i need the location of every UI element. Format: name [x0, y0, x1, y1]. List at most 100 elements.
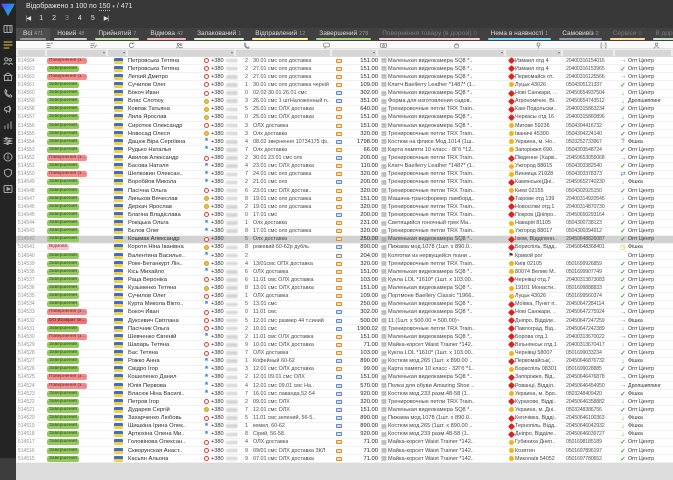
- page-size-selector[interactable]: 150: [98, 3, 111, 11]
- first-page-button[interactable]: |◀: [26, 15, 31, 22]
- tracking-number[interactable]: 20450647247259: [566, 317, 618, 324]
- sidebar-item-statistics[interactable]: [3, 120, 14, 131]
- tracking-number[interactable]: 20450646876732: [566, 358, 618, 365]
- tracking-number[interactable]: 20450646358882: [566, 398, 618, 405]
- order-row[interactable]: 514534 Завершений Курта Микола Вікто.. *…: [16, 300, 673, 309]
- tracking-number[interactable]: 0504304224140: [566, 130, 618, 137]
- sidebar-item-calls[interactable]: [3, 88, 14, 99]
- tracking-number[interactable]: [566, 252, 618, 259]
- tab-0[interactable]: Всі 471: [16, 28, 51, 41]
- tab-6[interactable]: Завершений 278: [312, 28, 375, 41]
- tracking-number[interactable]: 20450646454950: [566, 382, 618, 389]
- tab-5[interactable]: Відправлений 12: [248, 28, 312, 41]
- order-row[interactable]: 514518 Завершений Артюхіна Олена Ми.. * …: [16, 430, 673, 439]
- order-row[interactable]: 514539 Завершений Роке-Бетанкурт Лін.. +…: [16, 260, 673, 269]
- tracking-number[interactable]: 0503248386756: [566, 406, 618, 413]
- sidebar-item-marketing[interactable]: [3, 104, 14, 115]
- sidebar-item-board[interactable]: [3, 24, 14, 35]
- order-row[interactable]: 514559 Завершений Влас Слотюу +380 3 26.…: [16, 97, 673, 106]
- order-row[interactable]: 514544 Завершений Рокіцька Ольга * +380 …: [16, 219, 673, 228]
- tracking-number[interactable]: 20450646476878: [566, 374, 618, 381]
- column-filter-input[interactable]: [615, 50, 671, 56]
- order-row[interactable]: 514549 Завершений Воробйов Микола * +380…: [16, 178, 673, 187]
- manager-icon[interactable]: [651, 41, 661, 49]
- tracking-number[interactable]: 20400314870730: [566, 203, 618, 210]
- tracking-number[interactable]: 20400313873083: [566, 276, 618, 283]
- order-row[interactable]: 514522 Завершений Петров Ігор +380 2 09.…: [16, 398, 673, 407]
- column-filter-input[interactable]: ▾: [378, 50, 504, 56]
- sidebar-item-company[interactable]: [3, 71, 14, 83]
- order-row[interactable]: 514533 Повернення (з... Бокоч Иван +380 …: [16, 308, 673, 317]
- column-filter-input[interactable]: ▾: [47, 50, 106, 56]
- order-row[interactable]: 514516 Завершений Скворунская Анаст.. +3…: [16, 447, 673, 456]
- tracking-number[interactable]: 20450648826087: [566, 236, 618, 243]
- sidebar-item-orders-list[interactable]: [3, 40, 14, 51]
- order-row[interactable]: 514545 Завершений Благіна Владіслава +38…: [16, 211, 673, 220]
- tracking-number[interactable]: 0504300738123: [566, 220, 618, 227]
- chat-icon[interactable]: [321, 41, 331, 49]
- tracking-number[interactable]: 20450646100363: [566, 415, 618, 422]
- column-filter-input[interactable]: ▾: [108, 50, 126, 56]
- tab-3[interactable]: Відмова 42: [143, 28, 190, 41]
- column-filter-input[interactable]: ▾: [506, 50, 561, 56]
- tab-4[interactable]: Запакований 1: [190, 28, 248, 41]
- tracking-number[interactable]: 20450647275924: [566, 309, 618, 316]
- tracking-number[interactable]: 20450650293164: [566, 211, 618, 218]
- column-filter-input[interactable]: [18, 50, 45, 56]
- tracking-number[interactable]: 0501698185189: [566, 439, 618, 446]
- sidebar-item-settings[interactable]: [3, 136, 14, 147]
- tracking-number[interactable]: 0503252733967: [566, 138, 618, 145]
- tracking-number[interactable]: 20400314920545: [566, 195, 618, 202]
- order-row[interactable]: 514520 Завершений Захарченко Любовь +380…: [16, 414, 673, 423]
- order-row[interactable]: 514531 Завершений Пасічник Ольга +380 2 …: [16, 325, 673, 334]
- tracking-number[interactable]: 0504304416732: [566, 122, 618, 129]
- tracking-number[interactable]: 20400313670417: [566, 341, 618, 348]
- last-page-button[interactable]: ▶|: [104, 15, 109, 22]
- tracking-number[interactable]: 20400313670022: [566, 333, 618, 340]
- tab-8[interactable]: Нема в наявності 1: [484, 28, 556, 41]
- order-row[interactable]: 514536 Завершений Кузьменко Тетяна +380 …: [16, 284, 673, 293]
- order-row[interactable]: 514540 Завершений Валентина Василье.. * …: [16, 252, 673, 261]
- order-row[interactable]: 514554 Завершений Дацюк Віра Сергіївна *…: [16, 138, 673, 147]
- order-row[interactable]: 514562 Повернення (з... Легкий Дмитро +3…: [16, 73, 673, 82]
- column-filter-input[interactable]: ▾: [128, 50, 234, 56]
- tracking-number[interactable]: 20450646039727: [566, 431, 618, 438]
- tracking-number[interactable]: 20400315860896: [566, 114, 618, 121]
- tracking-number[interactable]: 0504302925150: [566, 187, 618, 194]
- tracking-number[interactable]: 20450654937504: [566, 90, 618, 97]
- refresh-icon[interactable]: [126, 41, 136, 49]
- tracking-number[interactable]: 20450653055068: [566, 155, 618, 162]
- column-filter-input[interactable]: [236, 50, 330, 56]
- sidebar-item-video[interactable]: [3, 184, 14, 195]
- order-row[interactable]: 514526 Завершений Свідро Ігор * +380 3 1…: [16, 365, 673, 374]
- tab-2[interactable]: Прийнятий 7: [91, 28, 143, 41]
- order-row[interactable]: 514552 Повернення (з... Авилов Александр…: [16, 154, 673, 163]
- phone-icon[interactable]: [241, 41, 251, 49]
- order-row[interactable]: 514523 Завершений Власюк Ніна Василі.. *…: [16, 390, 673, 399]
- order-row[interactable]: 514560 Завершений Бокоч Иван +380 0 02.0…: [16, 89, 673, 98]
- tab-10[interactable]: Сервіси 0: [606, 28, 649, 41]
- order-row[interactable]: 514528 Завершений Бас Тетяна +380 7 ОЛХ …: [16, 349, 673, 358]
- order-row[interactable]: 514553 Завершений Рудько Наталья * +380 …: [16, 146, 673, 155]
- sidebar-item-customers[interactable]: [3, 56, 14, 67]
- order-row[interactable]: 514537 Завершений Раца Вероніка +380 6 1…: [16, 276, 673, 285]
- tasks-icon[interactable]: [88, 41, 98, 49]
- tracking-number[interactable]: 20400315863234: [566, 106, 618, 113]
- tracking-number[interactable]: 0501697896197: [566, 447, 618, 454]
- page-button-4[interactable]: 4: [78, 15, 82, 22]
- order-row[interactable]: 514557 Завершений Лила Ярослав +380 0 25…: [16, 113, 673, 122]
- order-row[interactable]: 514529 Завершений Шапарь Тетяна +380 9 1…: [16, 341, 673, 350]
- tracking-number[interactable]: 20450652740230: [566, 179, 618, 186]
- order-row[interactable]: 514525 Повернення (з... Кошеленко Данил …: [16, 373, 673, 382]
- tracking-number[interactable]: 0501699907749: [566, 268, 618, 275]
- order-row[interactable]: 514530 Повернення (з... Шевченко Євгеній…: [16, 333, 673, 342]
- order-row[interactable]: 514527 Завершений Рожко Анна * +380 1 Ко…: [16, 357, 673, 366]
- tab-11[interactable]: В дорозі додому0: [649, 28, 673, 41]
- order-row[interactable]: 514561 Завершений Сучилов Олег +380 1 30…: [16, 81, 673, 90]
- order-row[interactable]: 514538 Завершений Кісь Михайло * +380 6 …: [16, 268, 673, 277]
- order-row[interactable]: 514524 Повернення (з... Юлія Первова * +…: [16, 382, 673, 391]
- order-row[interactable]: 514551 Завершений Басова Наталя * +380 4…: [16, 162, 673, 171]
- order-row[interactable]: 514547 Завершений Линьков Вячеслав +380 …: [16, 195, 673, 204]
- tracking-number[interactable]: 0501699560374: [566, 293, 618, 300]
- column-filter-input[interactable]: ▾: [332, 50, 376, 56]
